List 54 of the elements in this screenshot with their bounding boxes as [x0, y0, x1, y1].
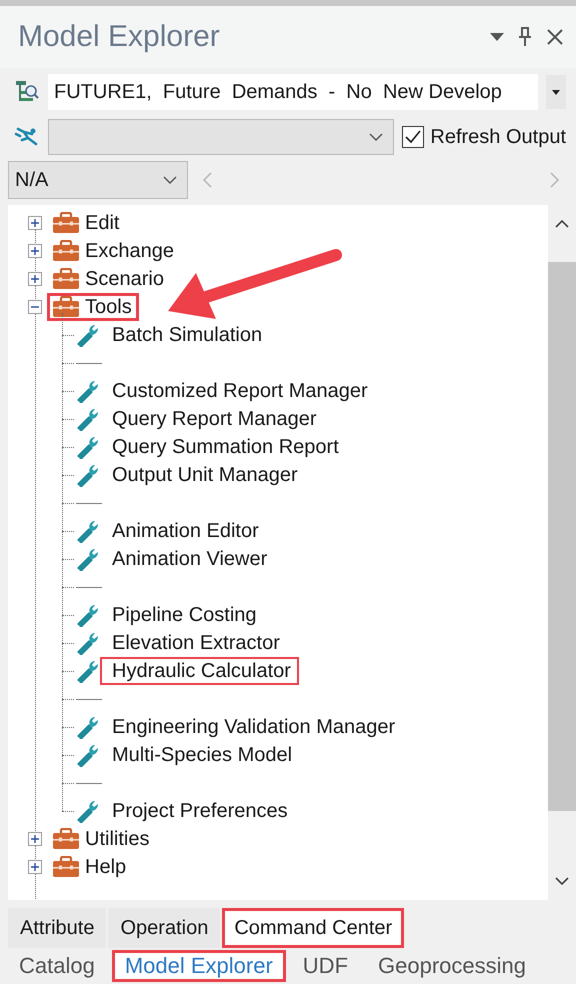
chevron-down-icon [163, 176, 177, 184]
wrench-icon [76, 435, 100, 459]
wrench-icon [76, 799, 100, 823]
tab[interactable]: Catalog [6, 950, 108, 982]
briefcase-icon [52, 296, 80, 318]
wrench-icon [76, 659, 100, 683]
tree-item[interactable]: Help [85, 856, 126, 878]
wrench-icon [76, 519, 100, 543]
wrench-icon [76, 743, 100, 767]
caret-down-icon [552, 90, 560, 94]
tab[interactable]: UDF [290, 950, 362, 982]
tab[interactable]: Geoprocessing [365, 950, 539, 982]
wrench-icon [76, 547, 100, 571]
tab[interactable]: Model Explorer [112, 950, 286, 982]
scenario-field[interactable]: FUTURE1, Future Demands - No New Develop [48, 74, 538, 110]
filter-combobox[interactable]: N/A [8, 161, 188, 199]
chevron-up-icon[interactable] [555, 219, 569, 228]
expand-icon[interactable] [28, 216, 42, 230]
expand-icon[interactable] [28, 272, 42, 286]
wrench-icon [76, 323, 100, 347]
wrench-icon [76, 715, 100, 739]
wrench-icon [76, 603, 100, 627]
running-figure-icon [14, 126, 40, 148]
expand-icon[interactable] [28, 860, 42, 874]
panel-title: Model Explorer [18, 20, 221, 54]
collapse-icon[interactable] [28, 300, 42, 314]
expand-icon[interactable] [28, 832, 42, 846]
refresh-checkbox[interactable] [402, 126, 424, 148]
tab[interactable]: Attribute [8, 908, 106, 948]
briefcase-icon [52, 268, 80, 290]
chevron-down-icon[interactable] [555, 877, 569, 886]
tab[interactable]: Operation [108, 908, 220, 948]
briefcase-icon [52, 212, 80, 234]
dropdown-button[interactable] [546, 75, 566, 109]
close-icon[interactable] [546, 28, 564, 46]
tree-item[interactable]: Utilities [85, 828, 150, 850]
tab[interactable]: Command Center [222, 908, 404, 948]
checkbox-label: Refresh Output [430, 126, 566, 148]
tree-item[interactable]: Scenario [85, 268, 164, 290]
tree-item[interactable]: Edit [85, 212, 120, 234]
wrench-icon [76, 407, 100, 431]
chevron-down-icon [369, 133, 384, 141]
briefcase-icon [52, 828, 80, 850]
combobox-value: N/A [15, 168, 48, 192]
briefcase-icon [52, 240, 80, 262]
pin-icon[interactable] [518, 27, 532, 47]
wrench-icon [76, 463, 100, 487]
expand-icon[interactable] [28, 244, 42, 258]
wrench-icon [76, 631, 100, 655]
tree-item[interactable]: Hydraulic Calculator [100, 657, 299, 685]
dropdown-icon[interactable] [490, 33, 504, 41]
wrench-icon [76, 379, 100, 403]
briefcase-icon [52, 856, 80, 878]
tree-item[interactable]: Exchange [85, 240, 174, 262]
